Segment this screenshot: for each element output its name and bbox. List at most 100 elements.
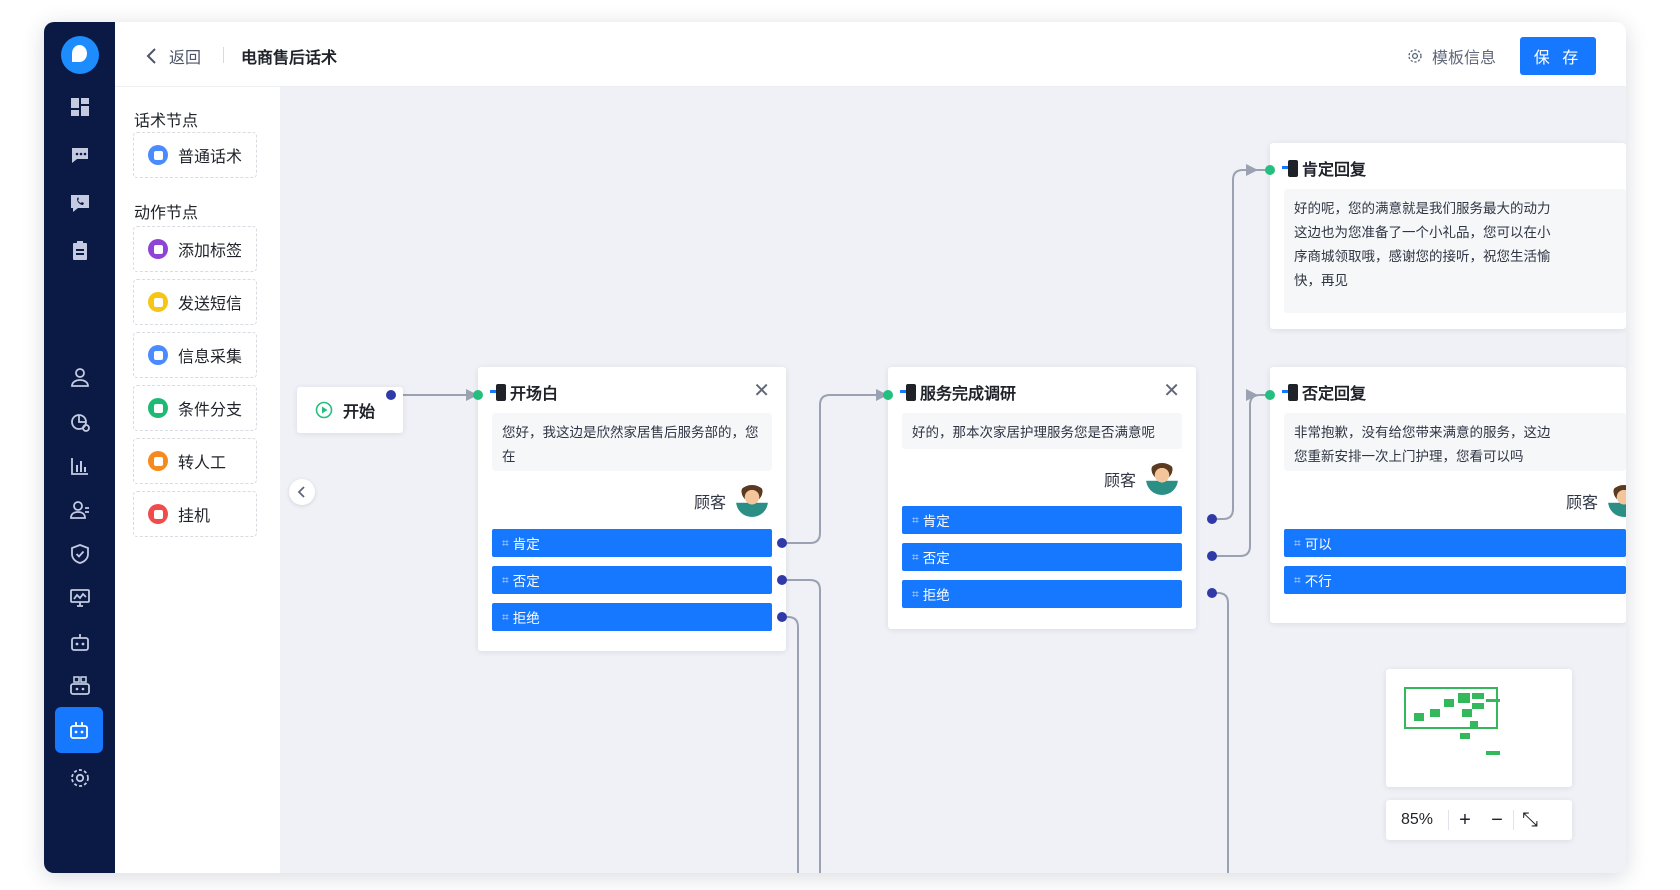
palette-item-info-collect[interactable]: 信息采集 xyxy=(133,332,257,378)
robot-icon[interactable] xyxy=(44,622,115,662)
node-title-text: 开场白 xyxy=(510,386,559,403)
monitor-icon[interactable] xyxy=(44,578,115,618)
close-icon[interactable]: ✕ xyxy=(1163,381,1180,401)
speaker-label: 顾客 xyxy=(693,495,726,512)
scan-icon: ⌗ xyxy=(502,609,509,624)
minimap-node xyxy=(1458,693,1470,703)
phone-icon xyxy=(490,383,506,401)
branch-button[interactable]: ⌗ 拒绝 xyxy=(902,580,1182,608)
robot-group-icon[interactable] xyxy=(44,666,115,706)
start-label: 开始 xyxy=(343,404,376,421)
output-port[interactable] xyxy=(777,612,787,622)
branch-label: 拒绝 xyxy=(512,611,540,626)
flow-node-survey[interactable]: 服务完成调研 ✕ 好的，那本次家居护理服务您是否满意呢 顾客 ⌗ 肯定 ⌗ 否定 ⌗… xyxy=(888,367,1196,629)
back-button[interactable]: 返回 xyxy=(145,44,201,68)
bot-flow-icon[interactable] xyxy=(55,707,103,753)
branch-button[interactable]: ⌗ 否定 xyxy=(902,543,1182,571)
palette-item-condition-branch[interactable]: 条件分支 xyxy=(133,385,257,431)
search-icon xyxy=(148,345,168,365)
template-info-button[interactable]: 模板信息 xyxy=(1406,44,1496,68)
palette-item-add-tag[interactable]: 添加标签 xyxy=(133,226,257,272)
branch-button[interactable]: ⌗ 肯定 xyxy=(902,506,1182,534)
scan-icon: ⌗ xyxy=(912,549,919,564)
dashboard-icon[interactable] xyxy=(44,87,115,127)
minimap[interactable] xyxy=(1386,669,1572,787)
palette-item-hang-up[interactable]: 挂机 xyxy=(133,491,257,537)
contacts-icon[interactable] xyxy=(44,490,115,530)
minimap-node xyxy=(1462,709,1472,717)
branch-button[interactable]: ⌗ 否定 xyxy=(492,566,772,594)
chat-icon[interactable] xyxy=(44,135,115,175)
avatar xyxy=(1146,463,1178,495)
chevron-left-icon xyxy=(297,486,305,498)
node-script-text: 非常抱歉，没有给您带来满意的服务，这边 您重新安排一次上门护理，您看可以吗 xyxy=(1284,413,1626,471)
input-port[interactable] xyxy=(1265,390,1275,400)
top-header: 返回 电商售后话术 模板信息 保 存 xyxy=(115,22,1626,87)
palette-item-transfer-agent[interactable]: 转人工 xyxy=(133,438,257,484)
minimap-node xyxy=(1460,733,1470,739)
clipboard-icon[interactable] xyxy=(44,231,115,271)
fit-view-button[interactable]: ⤡ xyxy=(1514,809,1546,832)
branch-label: 肯定 xyxy=(922,514,950,529)
analytics-icon[interactable] xyxy=(44,402,115,442)
branch-button[interactable]: ⌗ 拒绝 xyxy=(492,603,772,631)
output-port[interactable] xyxy=(1207,588,1217,598)
palette-item-send-sms[interactable]: 发送短信 xyxy=(133,279,257,325)
branch-button[interactable]: ⌗ 可以 xyxy=(1284,529,1626,557)
output-port[interactable] xyxy=(777,575,787,585)
palette-item-label: 挂机 xyxy=(178,508,211,525)
app-window: 返回 电商售后话术 模板信息 保 存 话术节点 普通话术 动作节点 添加标签 发… xyxy=(44,22,1626,873)
palette-item-label: 发送短信 xyxy=(178,296,243,313)
minimap-node xyxy=(1430,709,1440,717)
phone-icon xyxy=(1282,159,1298,177)
scan-icon: ⌗ xyxy=(1294,535,1301,550)
branch-label: 可以 xyxy=(1304,537,1332,552)
flow-node-positive-reply[interactable]: 肯定回复 好的呢，您的满意就是我们服务最大的动力 这边也为您准备了一个小礼品，您… xyxy=(1270,143,1626,329)
gear-icon[interactable] xyxy=(44,758,115,798)
avatar xyxy=(1608,485,1626,517)
close-icon[interactable]: ✕ xyxy=(753,381,770,401)
node-title: 开场白 xyxy=(490,380,559,404)
avatar xyxy=(736,485,768,517)
output-port[interactable] xyxy=(1207,514,1217,524)
bar-chart-icon[interactable] xyxy=(44,446,115,486)
zoom-level: 85% xyxy=(1400,811,1434,828)
node-speaker: 顾客 xyxy=(1566,485,1626,517)
flow-node-negative-reply[interactable]: 否定回复 非常抱歉，没有给您带来满意的服务，这边 您重新安排一次上门护理，您看可… xyxy=(1270,367,1626,623)
node-palette: 话术节点 普通话术 动作节点 添加标签 发送短信 信息采集 条件分支 转人工 挂 xyxy=(115,87,280,873)
palette-item-label: 信息采集 xyxy=(178,349,243,366)
scan-icon: ⌗ xyxy=(502,572,509,587)
input-port[interactable] xyxy=(473,390,483,400)
node-title: 肯定回复 xyxy=(1282,156,1367,180)
node-title: 否定回复 xyxy=(1282,380,1366,404)
phone-chat-icon[interactable] xyxy=(44,183,115,223)
output-port[interactable] xyxy=(777,538,787,548)
phone-icon xyxy=(1282,383,1298,401)
page-title: 电商售后话术 xyxy=(241,50,338,67)
palette-item-normal-script[interactable]: 普通话术 xyxy=(133,132,257,178)
node-script-text: 好的，那本次家居护理服务您是否满意呢 xyxy=(902,413,1182,449)
branch-icon xyxy=(148,398,168,418)
sms-icon xyxy=(148,292,168,312)
node-script-text: 您好，我这边是欣然家居售后服务部的，您在 10月16号申请的家居护理服务，师傅按… xyxy=(492,413,772,471)
shield-icon[interactable] xyxy=(44,534,115,574)
nav-rail xyxy=(44,22,115,873)
input-port[interactable] xyxy=(1265,165,1275,175)
flow-canvas[interactable]: 开始 开场白 ✕ 您好，我这边是欣然家居售后服务部的，您在 10月16号申请的家… xyxy=(280,87,1626,873)
branch-label: 否定 xyxy=(512,574,540,589)
input-port[interactable] xyxy=(883,390,893,400)
save-button[interactable]: 保 存 xyxy=(1520,37,1596,75)
zoom-out-button[interactable]: − xyxy=(1481,809,1513,832)
output-port[interactable] xyxy=(1207,551,1217,561)
branch-button[interactable]: ⌗ 肯定 xyxy=(492,529,772,557)
collapse-palette-button[interactable] xyxy=(289,479,315,505)
start-output-port[interactable] xyxy=(386,390,396,400)
node-title-text: 肯定回复 xyxy=(1302,162,1367,179)
logo-icon[interactable] xyxy=(61,36,99,74)
template-info-label: 模板信息 xyxy=(1431,50,1496,67)
branch-label: 否定 xyxy=(922,551,950,566)
flow-node-opening[interactable]: 开场白 ✕ 您好，我这边是欣然家居售后服务部的，您在 10月16号申请的家居护理… xyxy=(478,367,786,651)
zoom-in-button[interactable]: + xyxy=(1449,809,1481,832)
user-icon[interactable] xyxy=(44,357,115,397)
branch-button[interactable]: ⌗ 不行 xyxy=(1284,566,1626,594)
